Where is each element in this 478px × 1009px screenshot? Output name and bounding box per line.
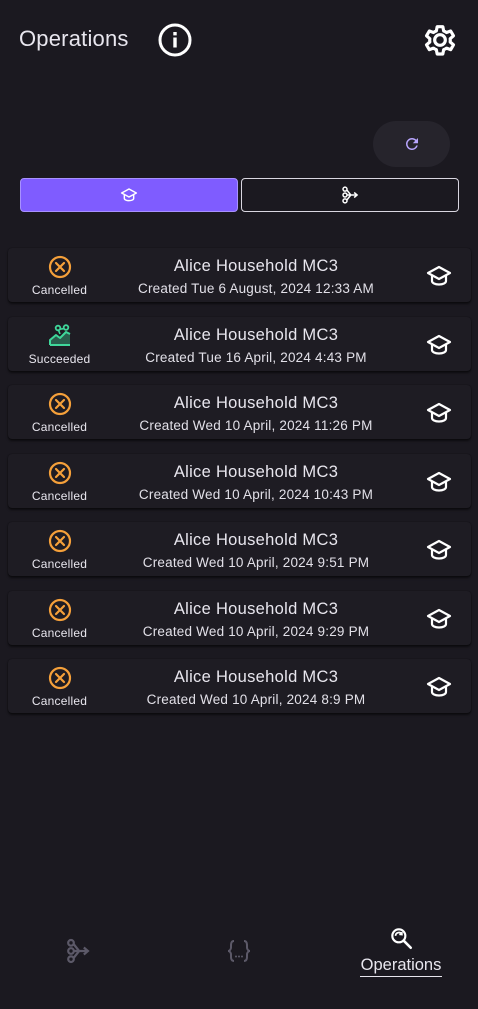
cancelled-icon (47, 391, 73, 417)
cancelled-icon (47, 665, 73, 691)
nav-code[interactable] (199, 915, 279, 995)
operation-title: Alice Household MC3 (173, 257, 339, 275)
cancelled-icon (47, 528, 73, 554)
operation-created-date: Created Tue 16 April, 2024 4:43 PM (145, 349, 367, 365)
operation-type-filter (20, 178, 459, 212)
info-icon (158, 23, 192, 57)
app-screen: Operations Cancelled Alice Household MC3… (0, 0, 478, 1009)
status-label: Succeeded (28, 351, 91, 366)
operation-card[interactable]: Cancelled Alice Household MC3 Created We… (8, 385, 471, 439)
operation-title: Alice Household MC3 (173, 394, 339, 412)
active-indicator (360, 976, 442, 977)
status-label: Cancelled (31, 625, 88, 640)
code-braces-icon (227, 940, 251, 962)
page-title: Operations (19, 26, 129, 51)
cancelled-icon (47, 254, 73, 280)
nav-flows[interactable] (40, 915, 120, 995)
nav-operations[interactable]: Operations (355, 915, 447, 995)
bottom-navigation: Operations (0, 915, 478, 1009)
operation-card[interactable]: Cancelled Alice Household MC3 Created We… (8, 590, 471, 645)
refresh-icon (405, 137, 418, 150)
filter-option-training[interactable] (20, 178, 238, 212)
nav-operations-label: Operations (360, 956, 442, 974)
status-label: Cancelled (31, 557, 88, 571)
cancelled-icon (47, 597, 73, 623)
operation-created-date: Created Wed 10 April, 2024 9:51 PM (142, 555, 370, 570)
graduation-cap-icon (426, 470, 452, 494)
graduation-cap-icon (426, 675, 452, 699)
operation-card[interactable]: Cancelled Alice Household MC3 Created We… (8, 453, 471, 508)
operation-created-date: Created Wed 10 April, 2024 11:26 PM (139, 418, 373, 433)
refresh-button[interactable] (373, 121, 450, 167)
filter-option-flows[interactable] (241, 178, 459, 212)
operation-status: Cancelled (8, 528, 111, 571)
graduation-cap-icon (426, 401, 452, 425)
graduation-cap-icon (426, 607, 452, 631)
operation-title: Alice Household MC3 (173, 325, 339, 344)
operation-status: Succeeded (8, 323, 111, 366)
operation-title: Alice Household MC3 (173, 531, 339, 549)
settings-button[interactable] (420, 20, 460, 60)
operation-title: Alice Household MC3 (173, 668, 339, 686)
operation-status: Cancelled (8, 460, 111, 503)
graduation-cap-icon (426, 538, 452, 562)
operation-created-date: Created Tue 6 August, 2024 12:33 AM (138, 281, 374, 296)
operation-created-date: Created Wed 10 April, 2024 10:43 PM (138, 486, 374, 502)
operation-card[interactable]: Cancelled Alice Household MC3 Created We… (8, 659, 471, 713)
operation-title: Alice Household MC3 (173, 599, 339, 618)
graduation-cap-icon (120, 188, 138, 202)
operation-card[interactable]: Cancelled Alice Household MC3 Created Tu… (8, 248, 471, 302)
operation-status: Cancelled (8, 391, 111, 434)
search-refresh-icon (391, 928, 413, 950)
app-header: Operations (0, 0, 478, 80)
operation-card[interactable]: Succeeded Alice Household MC3 Created Tu… (8, 316, 471, 371)
flow-arrow-icon (67, 938, 90, 964)
graduation-cap-icon (426, 333, 452, 357)
status-label: Cancelled (31, 420, 88, 434)
status-label: Cancelled (31, 694, 88, 708)
operation-status: Cancelled (8, 254, 111, 297)
flow-arrow-icon (342, 186, 359, 204)
succeeded-chart-icon (47, 323, 73, 349)
operation-title: Alice Household MC3 (173, 462, 339, 481)
gear-icon (424, 25, 456, 56)
status-label: Cancelled (31, 283, 88, 297)
operation-card[interactable]: Cancelled Alice Household MC3 Created We… (8, 522, 471, 576)
operations-list: Cancelled Alice Household MC3 Created Tu… (8, 248, 471, 728)
operation-created-date: Created Wed 10 April, 2024 8:9 PM (146, 692, 366, 707)
info-button[interactable] (157, 22, 193, 58)
operation-created-date: Created Wed 10 April, 2024 9:29 PM (142, 623, 370, 639)
cancelled-icon (47, 460, 73, 486)
operation-status: Cancelled (8, 597, 111, 640)
operation-status: Cancelled (8, 665, 111, 708)
status-label: Cancelled (31, 488, 88, 503)
graduation-cap-icon (426, 264, 452, 288)
